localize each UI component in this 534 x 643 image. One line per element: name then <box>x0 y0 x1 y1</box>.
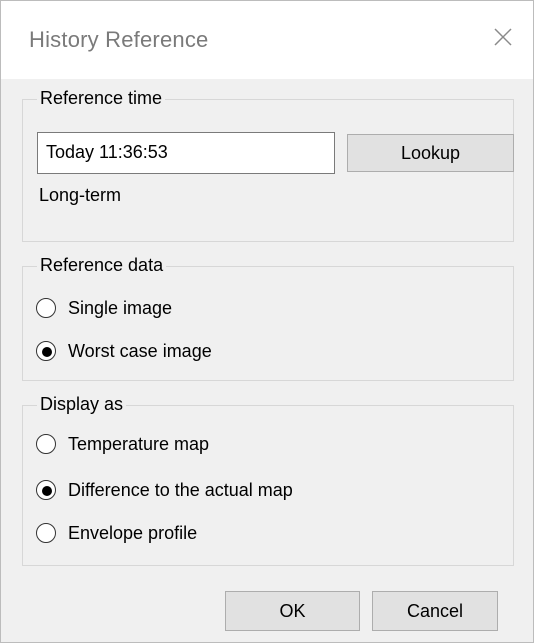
radio-circle <box>36 298 56 318</box>
reference-mode-text: Long-term <box>39 185 122 205</box>
lookup-button[interactable]: Lookup <box>347 134 514 172</box>
title-bar: History Reference <box>1 1 533 79</box>
radio-circle <box>36 434 56 454</box>
cancel-button[interactable]: Cancel <box>372 591 498 631</box>
radio-circle <box>36 523 56 543</box>
reference-time-group-label: Reference time <box>37 86 166 110</box>
radio-selected-dot <box>42 486 52 496</box>
envelope-profile-label: Envelope profile <box>68 523 198 543</box>
difference-map-label: Difference to the actual map <box>68 480 293 500</box>
temperature-map-label: Temperature map <box>68 434 210 454</box>
dialog-title: History Reference <box>29 27 209 52</box>
reference-data-group: Reference data <box>22 253 514 381</box>
radio-selected-dot <box>42 347 52 357</box>
display-as-group-label: Display as <box>37 392 127 416</box>
reference-time-field[interactable]: Today 11:36:53 <box>37 132 335 174</box>
single-image-label: Single image <box>68 298 173 318</box>
close-button[interactable] <box>485 19 521 55</box>
history-reference-dialog: History Reference Reference time Today 1… <box>0 0 534 643</box>
worst-case-image-label: Worst case image <box>68 341 212 361</box>
reference-data-group-label: Reference data <box>37 253 167 277</box>
radio-circle <box>36 341 56 361</box>
radio-circle <box>36 480 56 500</box>
ok-button[interactable]: OK <box>225 591 360 631</box>
close-icon <box>494 28 512 46</box>
